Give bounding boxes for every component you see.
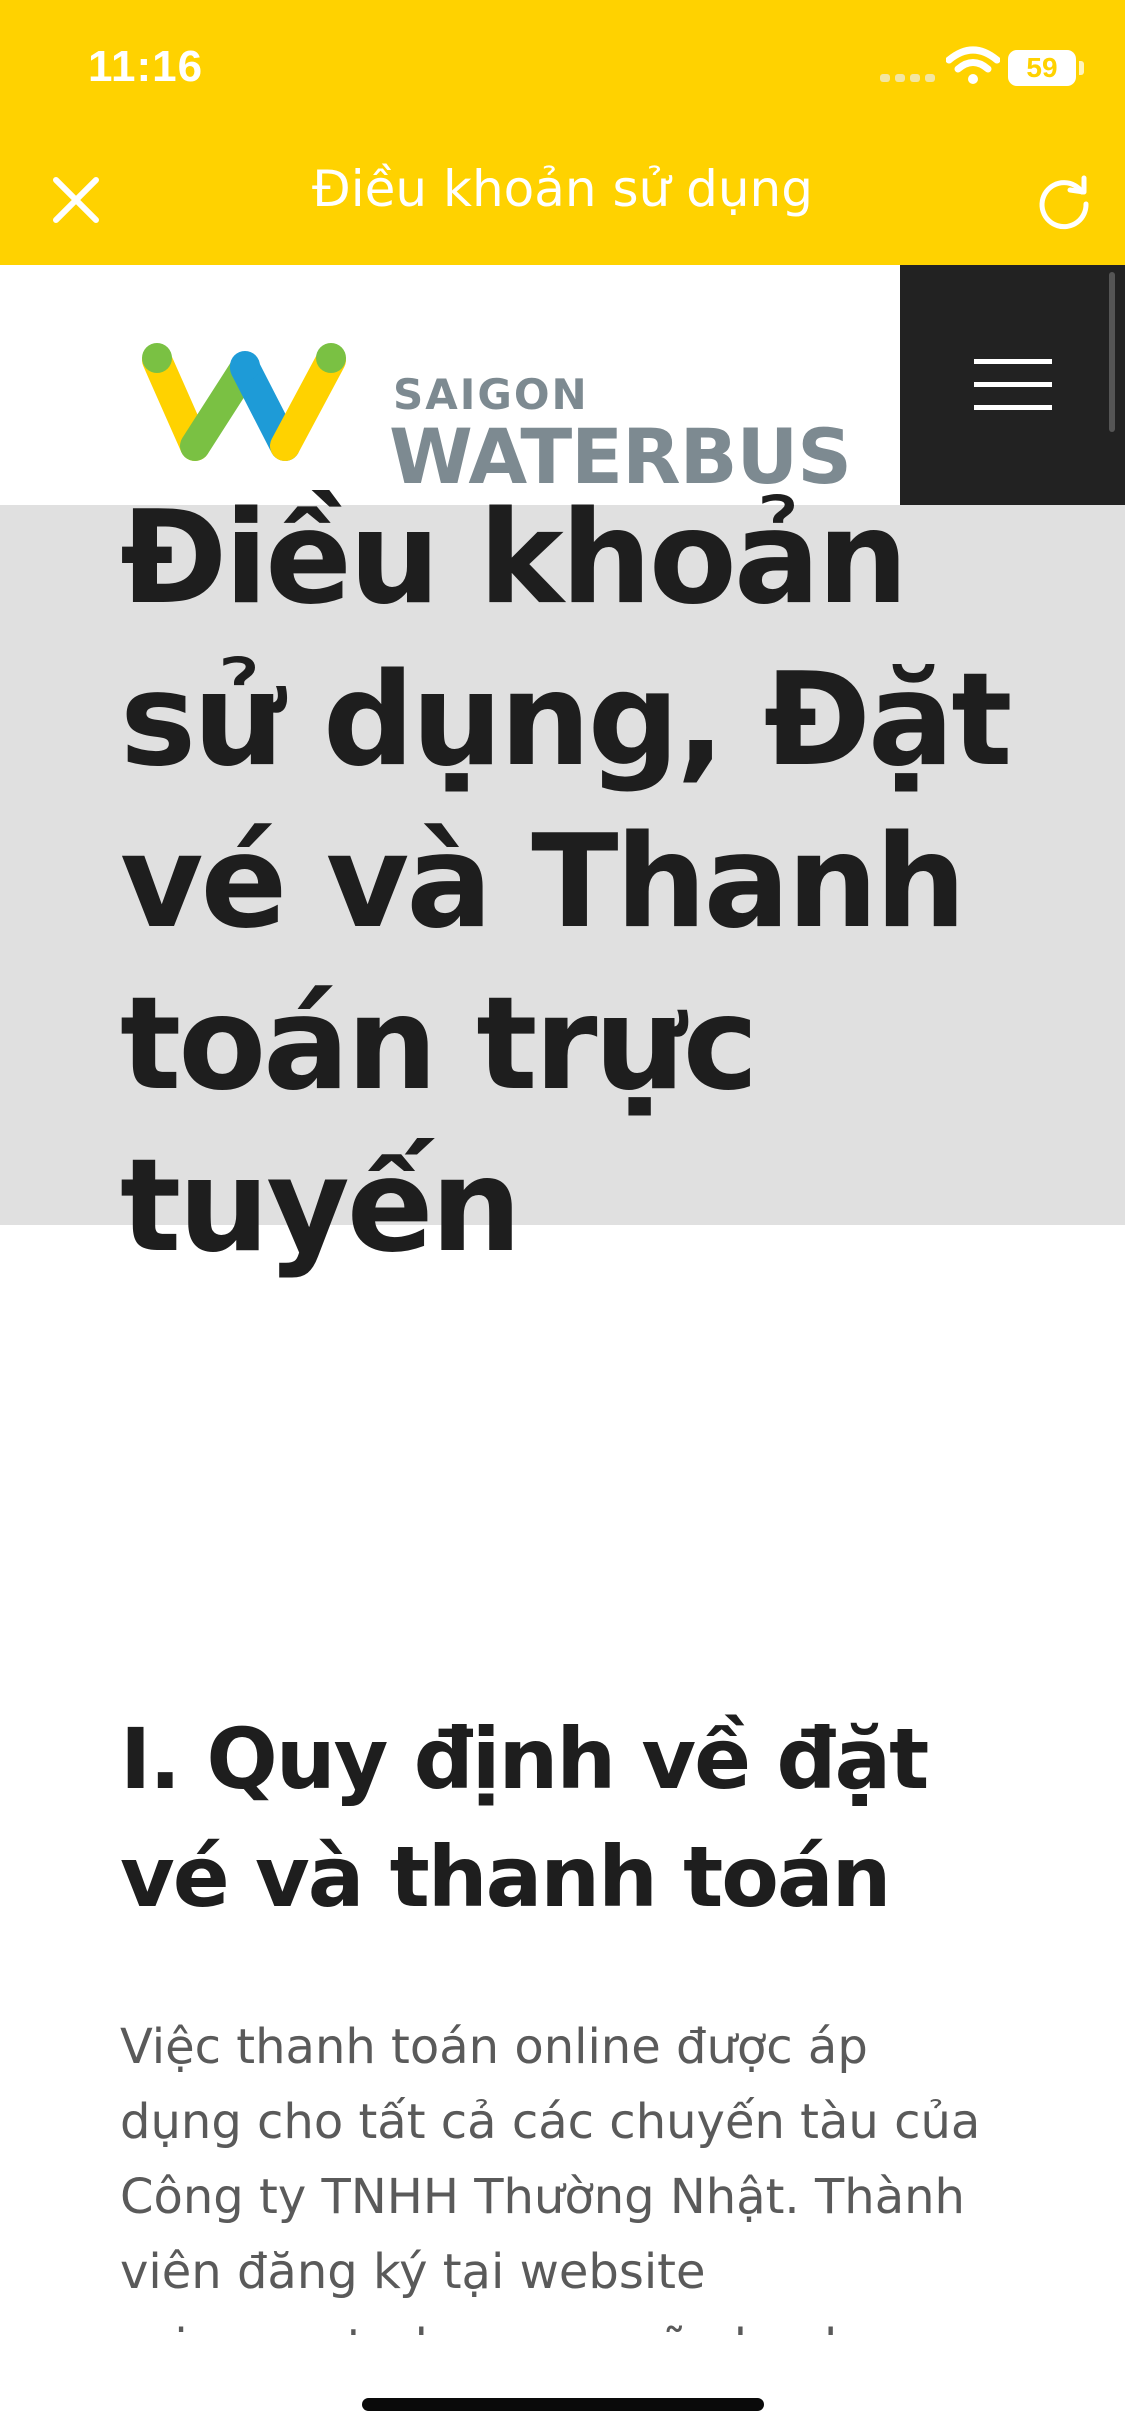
app-bar-title: Điều khoản sử dụng xyxy=(312,160,813,218)
close-icon[interactable] xyxy=(46,170,106,230)
status-time: 11:16 xyxy=(88,42,204,91)
cellular-signal-icon xyxy=(880,74,936,82)
scrollbar-thumb[interactable] xyxy=(1109,272,1115,432)
hamburger-menu-icon-bar xyxy=(974,405,1052,410)
battery-icon: 59 xyxy=(1008,50,1076,86)
battery-level: 59 xyxy=(1026,52,1058,83)
battery-nub xyxy=(1079,61,1084,75)
hamburger-menu-icon xyxy=(974,359,1052,364)
app-top-bar: 11:16 59 Điều khoản sử dụng xyxy=(0,0,1125,265)
section-heading: I. Quy định về đặt vé và thanh toán xyxy=(120,1710,929,1926)
wifi-icon xyxy=(946,46,1000,84)
page-title: Điều khoản sử dụng, Đặt vé và Thanh toán… xyxy=(120,484,1012,1281)
home-indicator[interactable] xyxy=(362,2398,764,2411)
body-paragraph: Việc thanh toán online được áp dụng cho … xyxy=(120,2019,981,2335)
hamburger-menu-button[interactable] xyxy=(900,265,1125,505)
hamburger-menu-icon-bar xyxy=(974,382,1052,387)
saigon-waterbus-logo[interactable]: SAIGON WATERBUS xyxy=(135,320,852,501)
body-clip: Việc thanh toán online được áp dụng cho … xyxy=(0,2010,1125,2335)
reload-icon[interactable] xyxy=(1034,170,1094,230)
waterbus-w-mark-icon xyxy=(142,343,346,461)
